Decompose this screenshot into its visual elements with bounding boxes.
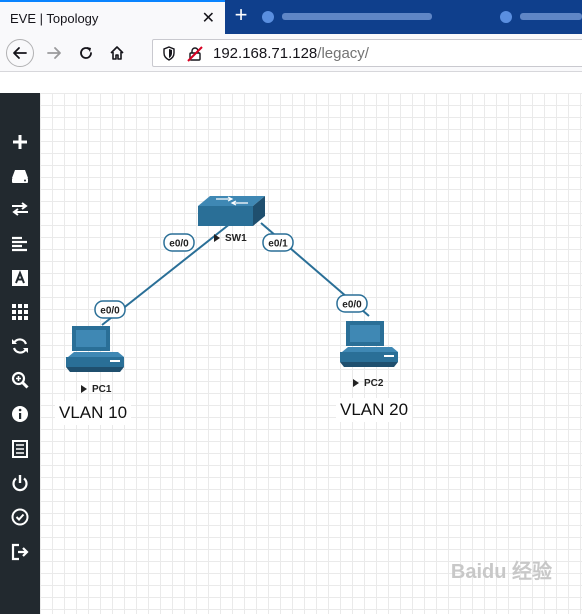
sidebar-item-logout[interactable]: [0, 537, 40, 567]
sidebar-item-text-objects[interactable]: [0, 263, 40, 293]
forward-button[interactable]: [40, 39, 68, 67]
forward-arrow-icon: [47, 47, 61, 59]
pc-icon[interactable]: [340, 321, 398, 367]
sidebar-item-lock-lab[interactable]: [0, 502, 40, 532]
navigation-bar: 192.168.71.128/legacy/: [0, 34, 582, 72]
zoom-icon: [11, 371, 29, 389]
interface-label: e0/0: [342, 300, 362, 311]
drive-icon: [12, 170, 28, 183]
interface-label: e0/0: [100, 306, 120, 317]
sidebar-item-close-lab[interactable]: [0, 468, 40, 498]
new-tab-button[interactable]: +: [229, 4, 253, 28]
reload-icon: [80, 47, 92, 59]
interface-badge-pc1-e00: e0/0: [94, 300, 126, 319]
sidebar-item-startup-configs[interactable]: [0, 229, 40, 259]
switch-icon[interactable]: [198, 196, 265, 226]
sidebar-item-lab-list[interactable]: [0, 434, 40, 464]
sidebar-item-status[interactable]: [0, 297, 40, 327]
home-icon: [110, 46, 124, 60]
sidebar-item-lab-details[interactable]: [0, 399, 40, 429]
node-label-sw1[interactable]: SW1: [225, 233, 247, 244]
eve-sidebar: [0, 93, 40, 614]
text-icon: [12, 270, 28, 286]
refresh-icon: [12, 338, 28, 354]
tab-background-2[interactable]: [500, 8, 582, 26]
interface-label: e0/0: [169, 239, 189, 250]
tab-close-icon[interactable]: ✕: [202, 8, 215, 28]
tab-favicon-icon: [500, 11, 512, 23]
text-object-vlan20[interactable]: VLAN 20: [336, 398, 413, 422]
tab-background-1[interactable]: [262, 8, 482, 26]
watermark: Baidu 经验: [450, 561, 552, 583]
tab-eve-topology[interactable]: EVE | Topology ✕: [0, 0, 225, 34]
url-path: /legacy/: [317, 45, 369, 62]
tab-favicon-icon: [262, 11, 274, 23]
tab-blurred-title: [520, 13, 582, 20]
power-icon: [12, 475, 28, 492]
node-label-pc2[interactable]: PC2: [364, 378, 383, 389]
grid-icon: [12, 304, 28, 320]
interface-badge-sw1-e01: e0/1: [262, 233, 294, 252]
interface-label: e0/1: [268, 239, 288, 250]
sidebar-item-add[interactable]: [0, 127, 40, 157]
address-bar[interactable]: 192.168.71.128/legacy/: [152, 39, 582, 67]
reload-button[interactable]: [72, 39, 100, 67]
url-host: 192.168.71.128: [213, 45, 318, 62]
sidebar-item-nodes[interactable]: [0, 161, 40, 191]
arrows-icon: [12, 202, 28, 216]
align-left-icon: [12, 236, 27, 252]
insecure-lock-icon[interactable]: [187, 46, 203, 62]
interface-badge-pc2-e00: e0/0: [336, 294, 368, 313]
plus-icon: [13, 135, 27, 149]
logout-icon: [11, 543, 29, 561]
tab-title: EVE | Topology: [10, 11, 99, 26]
back-button[interactable]: [6, 39, 34, 67]
sidebar-item-zoom[interactable]: [0, 365, 40, 395]
check-icon: [11, 508, 29, 526]
sidebar-item-refresh[interactable]: [0, 331, 40, 361]
play-icon: [81, 385, 87, 393]
interface-badge-sw1-e00: e0/0: [163, 233, 195, 252]
sidebar-item-networks[interactable]: [0, 194, 40, 224]
text-object-vlan10[interactable]: VLAN 10: [55, 401, 132, 425]
tab-strip: EVE | Topology ✕ +: [0, 0, 582, 34]
shield-icon[interactable]: [162, 46, 176, 61]
play-icon: [353, 379, 359, 387]
list-icon: [12, 440, 28, 458]
tab-blurred-title: [282, 13, 432, 20]
info-icon: [12, 406, 28, 422]
topology-links: e0/0 e0/1 e0/0 e0/0: [66, 196, 398, 393]
pc-icon[interactable]: [66, 326, 124, 372]
canvas-top-strip: [40, 72, 582, 93]
topology-canvas[interactable]: e0/0 e0/1 e0/0 e0/0 SW1 PC1 PC2 VLAN 10 …: [40, 93, 582, 614]
url-text: 192.168.71.128/legacy/: [213, 45, 369, 62]
back-arrow-icon: [13, 47, 27, 59]
node-label-pc1[interactable]: PC1: [92, 384, 111, 395]
home-button[interactable]: [103, 39, 131, 67]
